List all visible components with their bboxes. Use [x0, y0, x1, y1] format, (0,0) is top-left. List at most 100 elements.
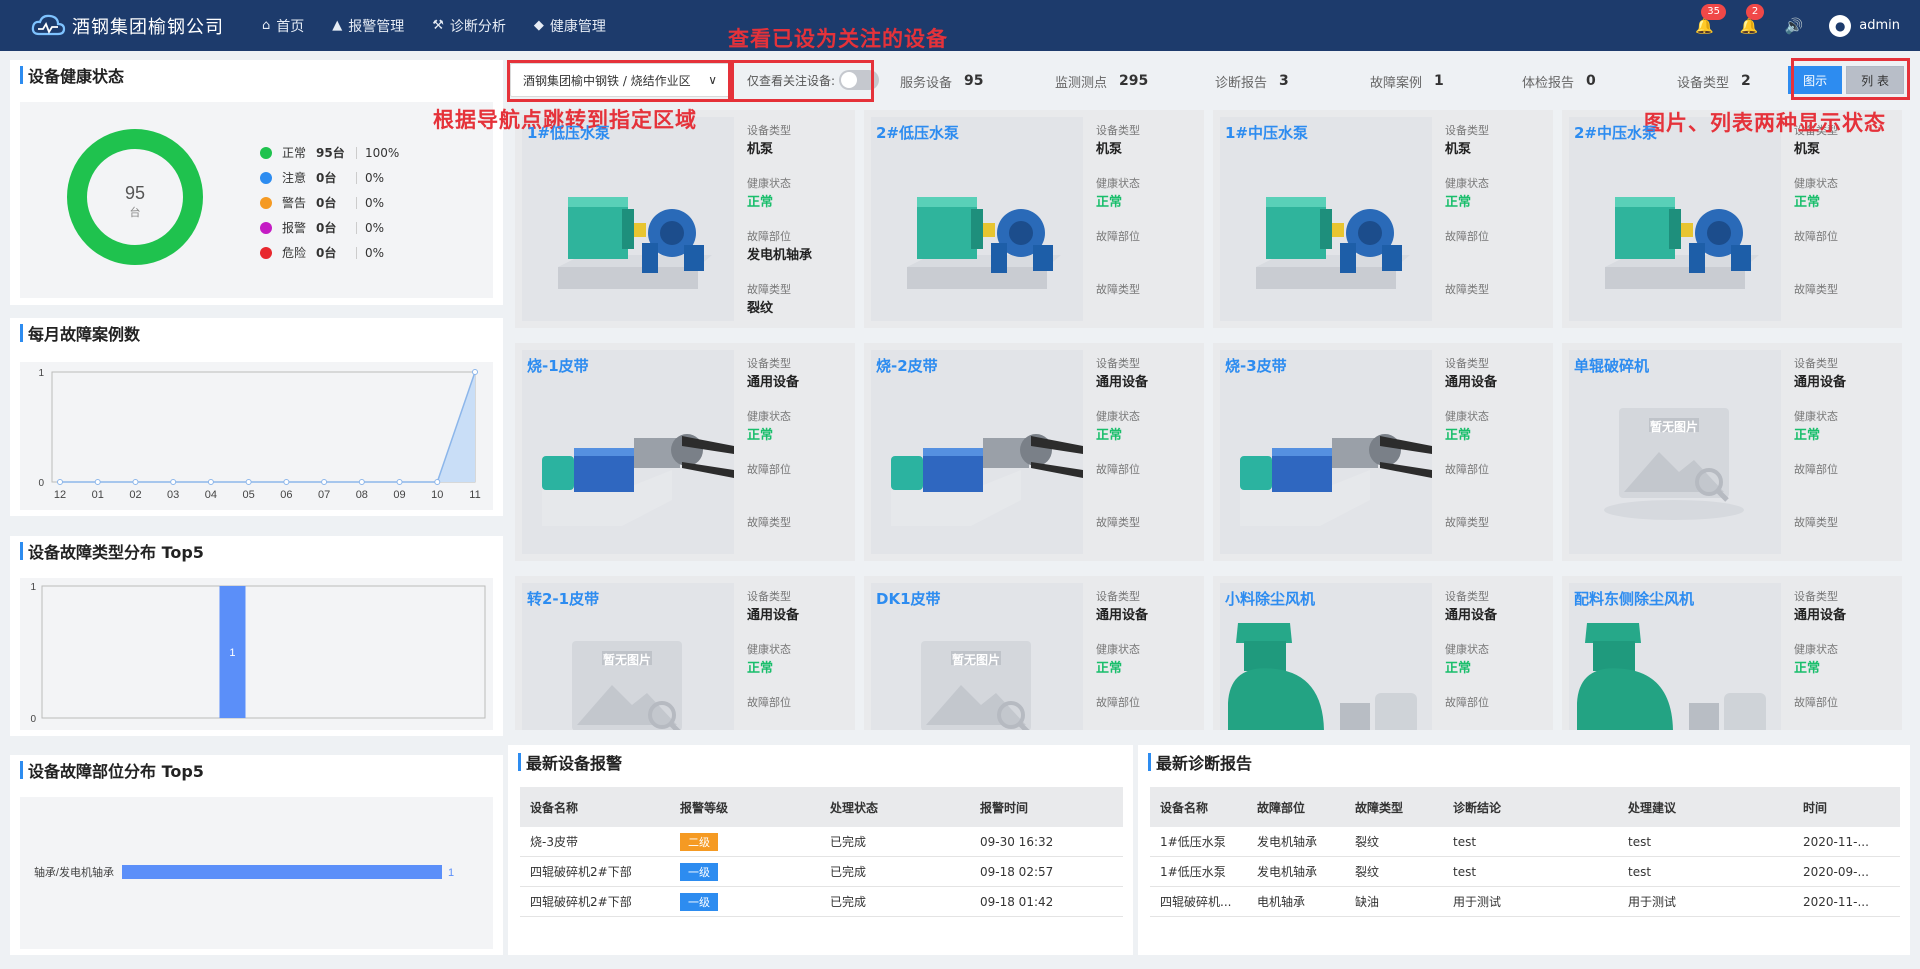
brand-name: 酒钢集团榆钢公司	[72, 16, 224, 38]
nav-item-3[interactable]: ◆ 健康管理	[534, 16, 606, 36]
alarm-bell-button[interactable]: 🔔 35	[1695, 3, 1726, 35]
table-row[interactable]: 四辊破碎机... 电机轴承 缺油 用于测试 用于测试 2020-11-...	[1150, 887, 1900, 917]
nav-item-2[interactable]: ⚒ 诊断分析	[432, 16, 506, 36]
device-info: 设备类型通用设备健康状态正常故障部位故障类型	[1096, 588, 1196, 730]
device-card[interactable]: 小料除尘风机设备类型通用设备健康状态正常故障部位故障类型	[1213, 576, 1553, 730]
device-part-value	[1794, 244, 1894, 281]
device-name[interactable]: 2#中压水泵	[1574, 122, 1657, 143]
device-fault-value	[1445, 297, 1545, 334]
device-name[interactable]: 1#中压水泵	[1225, 122, 1308, 143]
device-type-value: 通用设备	[1794, 608, 1847, 623]
y-tick-label: 0	[38, 478, 44, 489]
device-info-label: 故障类型	[1445, 516, 1489, 529]
fault-part-chart: 轴承/发电机轴承 1	[34, 865, 454, 879]
device-info: 设备类型 机泵 健康状态 正常 故障部位 故障类型	[1096, 122, 1196, 334]
stat-item: 故障案例 1	[1370, 60, 1444, 102]
device-name[interactable]: 烧-1皮带	[527, 355, 589, 376]
device-card[interactable]: 烧-2皮带 设备类型 通用设备 健康状态 正常 故障部位 故障类型	[864, 343, 1204, 561]
no-image-placeholder: 暂无图片	[552, 633, 702, 730]
device-health-value: 正常	[1794, 428, 1821, 443]
list-view-button[interactable]: 列 表	[1846, 66, 1904, 94]
column-header: 设备名称	[530, 800, 579, 815]
device-health-value: 正常	[1096, 428, 1123, 443]
no-image-text: 暂无图片	[951, 653, 1000, 667]
device-part-value	[1096, 710, 1196, 730]
donut-total: 95	[125, 183, 145, 203]
no-image-text: 暂无图片	[1649, 420, 1698, 434]
health-status-panel: 设备健康状态 95 台 正常 95台 100% 注意 0台 0% 警告 0台 0% 报警 0台 0% 危…	[10, 60, 503, 305]
device-info-label: 故障类型	[1794, 516, 1838, 529]
device-card[interactable]: 暂无图片转2-1皮带设备类型通用设备健康状态正常故障部位故障类型	[515, 576, 855, 730]
image-view-button[interactable]: 图示	[1788, 66, 1843, 94]
location-select[interactable]: 酒钢集团榆中钢铁 / 烧结作业区 ∨	[510, 63, 730, 97]
legend-percent: 100%	[365, 145, 400, 160]
stat-value: 95	[964, 73, 984, 89]
device-health-value: 正常	[1794, 195, 1821, 210]
device-info-label: 健康状态	[1445, 410, 1489, 423]
device-card[interactable]: 2#中压水泵 设备类型 机泵 健康状态 正常 故障部位 故障类型	[1562, 110, 1902, 328]
device-type-value: 通用设备	[1096, 608, 1149, 623]
device-name[interactable]: 小料除尘风机	[1225, 588, 1315, 609]
report-cell: test	[1628, 864, 1652, 879]
brand-logo[interactable]: 酒钢集团榆钢公司	[30, 12, 250, 40]
latest-alarms-panel: 最新设备报警 设备名称 报警等级 处理状态 报警时间 烧-3皮带 二级 已完成 09-30 1…	[508, 745, 1133, 955]
device-info: 设备类型 机泵 健康状态 正常 故障部位 发电机轴承 故障类型 裂纹	[747, 122, 847, 334]
device-image	[1220, 350, 1432, 554]
device-card[interactable]: 1#中压水泵 设备类型 机泵 健康状态 正常 故障部位 故障类型	[1213, 110, 1553, 328]
avatar[interactable]: ●	[1829, 14, 1852, 37]
device-info-label: 健康状态	[1794, 410, 1838, 423]
device-info-label: 健康状态	[1096, 177, 1140, 190]
column-header: 处理状态	[830, 800, 879, 815]
device-type-value: 机泵	[1794, 142, 1821, 157]
device-info-label: 故障部位	[1445, 696, 1489, 709]
device-name[interactable]: 烧-2皮带	[876, 355, 938, 376]
table-row[interactable]: 四辊破碎机2#下部 一级 已完成 09-18 02:57	[520, 857, 1123, 887]
x-tick-label: 02	[129, 489, 141, 501]
table-row[interactable]: 四辊破碎机2#下部 一级 已完成 09-18 01:42	[520, 887, 1123, 917]
device-type-value: 机泵	[1445, 142, 1472, 157]
follow-toggle-switch[interactable]	[839, 70, 880, 90]
stat-label: 诊断报告	[1215, 75, 1268, 91]
nav-item-1[interactable]: ▲ 报警管理	[332, 16, 404, 36]
device-card[interactable]: 配料东侧除尘风机设备类型通用设备健康状态正常故障部位故障类型	[1562, 576, 1902, 730]
report-cell: test	[1453, 834, 1477, 849]
device-card[interactable]: 2#低压水泵 设备类型 机泵 健康状态 正常 故障部位 故障类型	[864, 110, 1204, 328]
stat-value: 295	[1119, 73, 1149, 89]
device-part-value: 发电机轴承	[747, 248, 813, 263]
device-card[interactable]: 暂无图片 DK1皮带 设备类型通用设备健康状态正常故障部位故障类型	[864, 576, 1204, 730]
sound-toggle-button[interactable]: 🔊	[1785, 17, 1804, 35]
stat-value: 1	[1434, 73, 1444, 89]
y-tick-label: 0	[30, 714, 36, 725]
data-point	[472, 369, 478, 375]
device-card-grid: 1#低压水泵 设备类型 机泵 健康状态 正常 故障部位 发电机轴承 故障类型 裂纹 2#低压水泵…	[515, 110, 1910, 730]
device-card[interactable]: 烧-1皮带 设备类型 通用设备 健康状态 正常 故障部位 故障类型	[515, 343, 855, 561]
device-name[interactable]: 单辊破碎机	[1574, 355, 1649, 376]
table-row[interactable]: 1#低压水泵 发电机轴承 裂纹 test test 2020-09-...	[1150, 857, 1900, 887]
nav-item-label: 诊断分析	[449, 18, 506, 35]
device-name[interactable]: 2#低压水泵	[876, 122, 959, 143]
device-name[interactable]: 烧-3皮带	[1225, 355, 1287, 376]
device-name[interactable]: 转2-1皮带	[527, 588, 599, 609]
device-health-value: 正常	[1445, 195, 1472, 210]
alarms-table: 设备名称 报警等级 处理状态 报警时间 烧-3皮带 二级 已完成 09-30 16:32 四辊破…	[520, 787, 1123, 917]
legend-name: 正常	[282, 146, 307, 160]
table-row[interactable]: 1#低压水泵 发电机轴承 裂纹 test test 2020-11-...	[1150, 827, 1900, 857]
device-card[interactable]: 暂无图片 单辊破碎机 设备类型 通用设备 健康状态 正常 故障部位 故障类型	[1562, 343, 1902, 561]
alarm-time-cell: 09-18 02:57	[980, 864, 1054, 879]
device-info-label: 故障部位	[747, 230, 791, 243]
monthly-chart-body: 12 01 02 03 04 05 06 07 08 09 10 11 0 1	[20, 362, 493, 510]
device-name[interactable]: DK1皮带	[876, 588, 941, 609]
stat-value: 2	[1741, 73, 1751, 89]
alarm-level-cell: 一级	[670, 862, 820, 881]
table-row[interactable]: 烧-3皮带 二级 已完成 09-30 16:32	[520, 827, 1123, 857]
device-name[interactable]: 配料东侧除尘风机	[1574, 588, 1694, 609]
device-card[interactable]: 1#低压水泵 设备类型 机泵 健康状态 正常 故障部位 发电机轴承 故障类型 裂纹	[515, 110, 855, 328]
device-info-label: 故障类型	[1096, 516, 1140, 529]
nav-item-0[interactable]: ⌂ 首页	[262, 16, 304, 36]
username[interactable]: admin	[1859, 18, 1900, 33]
notice-bell-button[interactable]: 🔔 2	[1740, 3, 1765, 35]
column-header: 故障部位	[1257, 800, 1306, 815]
legend-count: 95台	[316, 146, 345, 160]
device-card[interactable]: 烧-3皮带 设备类型 通用设备 健康状态 正常 故障部位 故障类型	[1213, 343, 1553, 561]
device-name[interactable]: 1#低压水泵	[527, 122, 610, 143]
